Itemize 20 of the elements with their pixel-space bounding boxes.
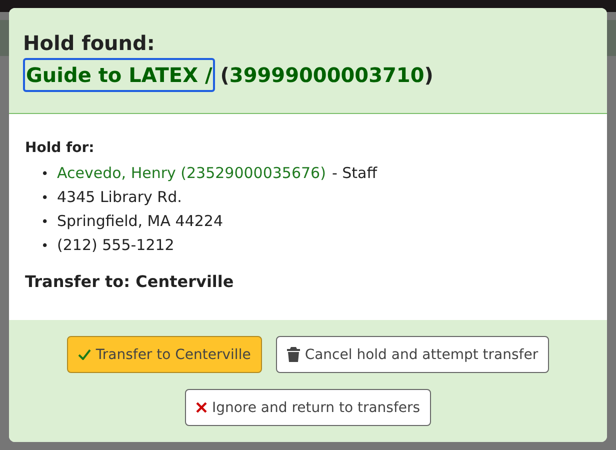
bullet: • <box>41 166 50 184</box>
close-icon <box>196 402 207 413</box>
bullet: • <box>41 214 50 232</box>
patron-detail: (212) 555-1212 <box>57 235 174 256</box>
transfer-button[interactable]: Transfer to Centerville <box>66 336 262 373</box>
trash-icon <box>286 347 300 362</box>
dialog-title: Hold found: <box>23 30 156 56</box>
patron-category: - Staff <box>332 163 378 184</box>
hold-for-heading: Hold for: <box>25 140 96 156</box>
action-button[interactable]: Cancel hold and attempt transfer <box>276 336 550 373</box>
bullet: • <box>41 238 50 256</box>
bullet: • <box>41 190 50 208</box>
item-title-link[interactable]: Guide to LATEX / <box>23 58 216 92</box>
barcode-text: (39999000003710) <box>220 63 434 87</box>
transfer-destination: Transfer to: Centerville <box>25 272 235 291</box>
patron-detail: 4345 Library Rd. <box>57 187 182 208</box>
patron-detail: Springfield, MA 44224 <box>57 211 223 232</box>
check-icon <box>78 349 91 360</box>
patron-link[interactable]: Acevedo, Henry (23529000035676) <box>57 162 326 185</box>
action-button[interactable]: Ignore and return to transfers <box>184 389 432 426</box>
